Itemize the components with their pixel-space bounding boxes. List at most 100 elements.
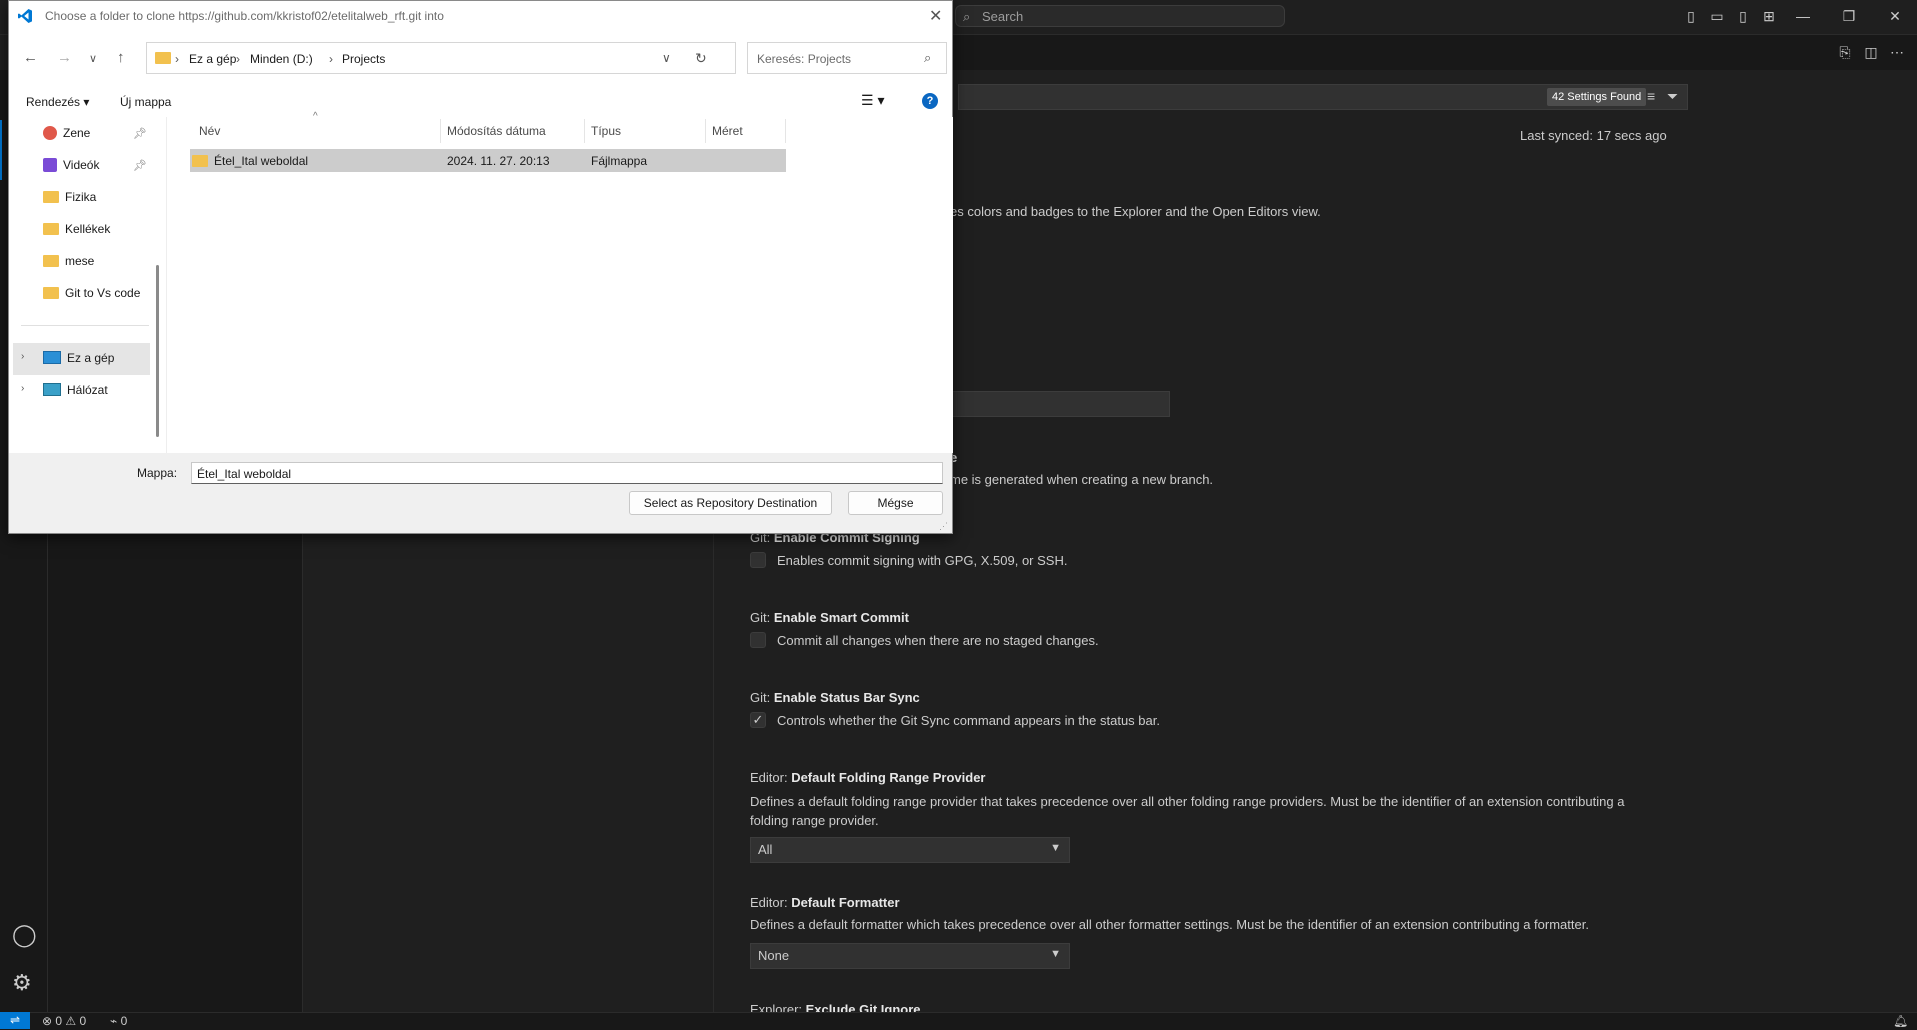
more-actions-icon[interactable]: ⋯ <box>1888 44 1906 60</box>
address-bar[interactable]: › Ez a gép › Minden (D:) › Projects ∨ ↻ <box>146 42 736 74</box>
vscode-logo-icon <box>18 9 32 23</box>
setting-title-smart-commit: Git: Enable Smart Commit <box>750 610 909 625</box>
search-placeholder: Keresés: Projects <box>757 52 852 66</box>
select-default-formatter[interactable]: None ▼ <box>750 943 1070 969</box>
dialog-title: Choose a folder to clone https://github.… <box>45 9 444 23</box>
column-separator[interactable] <box>785 119 786 143</box>
nav-scrollbar[interactable] <box>156 265 159 437</box>
toggle-panel-icon[interactable]: ▭ <box>1708 8 1726 24</box>
setting-desc-decorations: es colors and badges to the Explorer and… <box>950 204 1321 219</box>
remote-indicator-icon[interactable]: ⇌ <box>0 1012 30 1029</box>
folder-icon <box>192 155 208 167</box>
select-folding-provider[interactable]: All ▼ <box>750 837 1070 863</box>
setting-desc-commit-signing: Enables commit signing with GPG, X.509, … <box>777 553 1068 568</box>
manage-gear-icon[interactable]: ⚙ <box>12 970 32 996</box>
checkbox-status-bar-sync[interactable]: ✓ <box>750 712 766 728</box>
view-options-icon[interactable]: ☰ ▾ <box>861 92 884 109</box>
help-icon[interactable]: ? <box>922 93 938 109</box>
clear-filter-icon[interactable]: ≡ <box>1647 88 1655 104</box>
folder-icon <box>43 191 59 203</box>
column-separator[interactable] <box>705 119 706 143</box>
folder-picker-dialog: Choose a folder to clone https://github.… <box>8 0 953 534</box>
folder-search-input[interactable]: Keresés: Projects ⌕ <box>747 42 947 74</box>
chevron-down-icon: ▼ <box>1050 948 1061 960</box>
close-icon[interactable]: ✕ <box>929 6 942 26</box>
cancel-button[interactable]: Mégse <box>848 491 943 515</box>
nav-item-videos[interactable]: Videók <box>43 158 99 172</box>
settings-table-of-contents <box>303 530 714 1012</box>
breadcrumb-item[interactable]: Projects <box>342 52 385 66</box>
breadcrumb-item[interactable]: Ez a gép <box>189 52 236 66</box>
notifications-bell-icon[interactable]: 🔔︎ <box>1893 1014 1908 1028</box>
nav-item-folder[interactable]: Fizika <box>43 190 96 204</box>
chevron-down-icon: ▼ <box>1050 842 1061 854</box>
file-name-cell[interactable]: Étel_Ital weboldal <box>192 154 308 168</box>
restore-icon[interactable]: ❐ <box>1840 8 1858 24</box>
checkbox-smart-commit[interactable] <box>750 632 766 648</box>
breadcrumb-separator: › <box>236 52 240 66</box>
column-header-type[interactable]: Típus <box>591 124 621 138</box>
column-header-name[interactable]: Név <box>199 124 220 138</box>
nav-item-folder[interactable]: Kellékek <box>43 222 110 236</box>
new-folder-button[interactable]: Új mappa <box>120 95 171 109</box>
breadcrumb-separator: › <box>175 52 179 66</box>
filter-icon[interactable]: ⏷ <box>1667 88 1678 105</box>
folder-name-input[interactable]: Étel_Ital weboldal <box>191 462 943 484</box>
column-separator[interactable] <box>584 119 585 143</box>
split-editor-icon[interactable]: ◫ <box>1862 44 1880 60</box>
forward-arrow-icon[interactable]: → <box>57 49 72 66</box>
refresh-icon[interactable]: ↻ <box>695 50 707 67</box>
settings-found-badge: 42 Settings Found <box>1547 88 1647 106</box>
breadcrumb-item[interactable]: Minden (D:) <box>250 52 313 66</box>
back-arrow-icon[interactable]: ← <box>23 49 38 66</box>
problems-indicator[interactable]: ⊗ 0 ⚠ 0 <box>42 1014 86 1028</box>
nav-item-music[interactable]: Zene <box>43 126 90 140</box>
nav-divider <box>21 325 149 326</box>
setting-desc-status-bar-sync: Controls whether the Git Sync command ap… <box>777 713 1160 728</box>
ports-indicator[interactable]: ⌁ 0 <box>110 1014 127 1028</box>
column-header-date[interactable]: Módosítás dátuma <box>447 124 546 138</box>
close-window-icon[interactable]: ✕ <box>1886 8 1904 24</box>
toggle-primary-sidebar-icon[interactable]: ▯ <box>1682 8 1700 24</box>
setting-desc-formatter: Defines a default formatter which takes … <box>750 917 1589 932</box>
open-settings-json-icon[interactable]: ⎘ <box>1836 44 1854 60</box>
up-arrow-icon[interactable]: ↑ <box>117 49 125 66</box>
music-icon <box>43 126 57 140</box>
setting-text-input[interactable] <box>950 391 1170 417</box>
checkbox-commit-signing[interactable] <box>750 552 766 568</box>
select-repository-destination-button[interactable]: Select as Repository Destination <box>629 491 832 515</box>
toggle-secondary-sidebar-icon[interactable]: ▯ <box>1734 8 1752 24</box>
column-separator[interactable] <box>440 119 441 143</box>
expand-chevron-icon[interactable]: › <box>21 383 24 394</box>
customize-layout-icon[interactable]: ⊞ <box>1760 8 1778 24</box>
command-center-search[interactable]: ⌕ Search <box>955 5 1285 27</box>
minimize-icon[interactable]: — <box>1794 8 1812 24</box>
recent-locations-chevron-icon[interactable]: ∨ <box>89 52 97 65</box>
column-header-size[interactable]: Méret <box>712 124 743 138</box>
folder-icon <box>43 255 59 267</box>
status-bar: ⊗ 0 ⚠ 0 ⌁ 0 🔔︎ <box>0 1012 1917 1030</box>
nav-item-folder[interactable]: Git to Vs code <box>43 286 140 300</box>
setting-title-formatter: Editor: Default Formatter <box>750 895 900 910</box>
address-dropdown-chevron-icon[interactable]: ∨ <box>662 51 671 65</box>
active-indicator <box>0 120 2 180</box>
file-type-cell: Fájlmappa <box>591 154 648 168</box>
computer-icon <box>43 351 61 364</box>
expand-chevron-icon[interactable]: › <box>21 351 24 362</box>
account-icon[interactable]: ◯ <box>12 922 37 948</box>
resize-grip-icon[interactable]: ⋰ <box>939 521 948 532</box>
nav-item-folder[interactable]: mese <box>43 254 94 268</box>
folder-field-label: Mappa: <box>137 466 178 480</box>
folder-icon <box>43 287 59 299</box>
search-icon: ⌕ <box>924 50 932 65</box>
network-icon <box>43 383 61 396</box>
organize-menu[interactable]: Rendezés ▾ <box>26 95 89 109</box>
video-icon <box>43 158 57 172</box>
command-search-label: Search <box>982 9 1024 24</box>
sort-ascending-icon: ^ <box>313 111 318 122</box>
folder-icon <box>43 223 59 235</box>
navigation-pane: Zene 📌︎ Videók 📌︎ Fizika Kellékek mese G… <box>9 117 165 453</box>
pin-icon: 📌︎ <box>133 160 147 172</box>
nav-item-network[interactable]: Hálózat <box>43 383 108 397</box>
nav-item-this-pc[interactable]: Ez a gép <box>43 351 114 365</box>
